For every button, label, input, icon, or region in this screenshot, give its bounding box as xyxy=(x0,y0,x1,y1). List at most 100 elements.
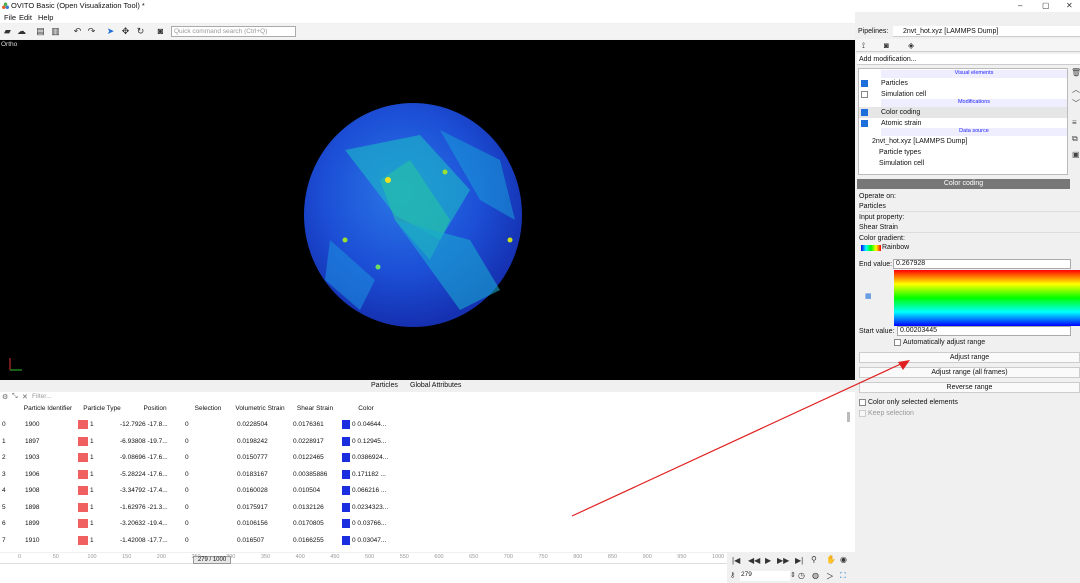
end-value-input[interactable]: 0.267928 xyxy=(893,259,1071,269)
copy-icon[interactable]: ⧉ xyxy=(1072,134,1078,144)
filter-input[interactable]: Filter... xyxy=(32,393,52,400)
pipeline-item[interactable]: Particles xyxy=(859,78,1067,89)
color-swatch xyxy=(342,453,350,462)
pipeline-item[interactable]: Particle types xyxy=(859,147,1067,158)
timeline-tick: 150 xyxy=(122,554,132,560)
table-cell: -6.93808 -19.7... xyxy=(120,437,168,445)
table-cell: 6 xyxy=(2,520,6,527)
legend-icon[interactable]: ▦ xyxy=(865,292,872,300)
pipeline-item-selected[interactable]: Color coding xyxy=(859,107,1067,118)
table-cell: 5 xyxy=(2,503,6,511)
table-cell: 1900 xyxy=(25,421,40,428)
render-tab-icon[interactable]: ◙ xyxy=(884,41,889,50)
undo-icon[interactable]: ↶ xyxy=(72,26,83,37)
pipeline-item[interactable]: Simulation cell xyxy=(859,158,1067,169)
move-mode-icon[interactable]: ✥ xyxy=(120,26,131,37)
pan-icon[interactable]: ✋ xyxy=(826,555,836,564)
redo-icon[interactable]: ↷ xyxy=(86,26,97,37)
table-cell: 0.0198242 xyxy=(237,437,268,445)
clear-filter-icon[interactable]: ✕ xyxy=(22,393,28,401)
toolbar: ▰ ☁ ▤ ▥ ↶ ↷ ➤ ✥ ↻ ◙ xyxy=(0,24,855,39)
menu-icon[interactable]: ≡ xyxy=(1072,118,1077,127)
add-modification-dropdown[interactable]: Add modification... xyxy=(857,54,1080,65)
type-color-swatch xyxy=(78,519,88,528)
menu-edit[interactable]: Edit xyxy=(19,13,32,22)
table-cell: 0.0122465 xyxy=(293,454,324,461)
render-icon[interactable]: ◙ xyxy=(155,26,166,37)
column-header[interactable]: Selection xyxy=(185,405,231,412)
column-header[interactable]: Volumetric Strain xyxy=(234,405,286,412)
table-row[interactable]: 7 1910 -1.42008 -17.7... 0 0.016507 0.0166255… xyxy=(0,532,850,548)
checkbox[interactable] xyxy=(861,109,868,116)
command-search-input[interactable]: Quick command search (Ctrl+Q) xyxy=(171,26,296,37)
timeline[interactable]: 0501001502002503003504004505005506006507… xyxy=(0,553,727,583)
color-swatch xyxy=(342,519,350,528)
particle-render xyxy=(9,103,522,371)
operate-on-select[interactable]: Particles xyxy=(859,202,1080,212)
checkbox[interactable] xyxy=(861,120,868,127)
pipeline-tab-icon[interactable]: ⟟ xyxy=(862,41,865,51)
rotate-mode-icon[interactable]: ↻ xyxy=(135,26,146,37)
next-frame-icon[interactable]: ▶▶ xyxy=(777,556,789,565)
first-frame-icon[interactable]: |◀ xyxy=(732,556,740,565)
spinner-arrows-icon[interactable]: ⇕ xyxy=(790,571,796,579)
time-slider[interactable]: 279 / 1000 xyxy=(193,556,231,564)
pipeline-selector[interactable]: 2nvt_hot.xyz [LAMMPS Dump] xyxy=(893,26,1080,37)
save-as-icon[interactable]: ▥ xyxy=(50,26,61,37)
pipeline-item[interactable]: 2nvt_hot.xyz [LAMMPS Dump] xyxy=(859,136,1067,147)
filter-settings-icon[interactable]: ⚙ xyxy=(2,393,8,401)
close-icon[interactable]: ✕ xyxy=(1066,1,1073,10)
viewport-caption[interactable]: Ortho xyxy=(1,41,17,48)
fov-icon[interactable]: ＞ xyxy=(826,571,834,582)
maximize-viewport-icon[interactable]: ⛶ xyxy=(840,571,846,581)
menu-help[interactable]: Help xyxy=(38,13,53,22)
frame-spinner[interactable]: 279 xyxy=(740,571,790,581)
select-mode-icon[interactable]: ➤ xyxy=(105,26,116,37)
color-bar xyxy=(894,270,1080,326)
timeline-tick: 450 xyxy=(330,554,340,560)
column-header[interactable]: Shear Strain xyxy=(290,405,340,412)
table-cell: -1.42008 -17.7... xyxy=(120,536,168,544)
animation-settings-icon[interactable]: ◷ xyxy=(798,571,805,580)
last-frame-icon[interactable]: ▶| xyxy=(795,556,803,565)
checkbox[interactable] xyxy=(861,91,868,98)
item-label: 2nvt_hot.xyz [LAMMPS Dump] xyxy=(872,138,968,145)
table-cell: 1897 xyxy=(25,437,40,445)
prev-frame-icon[interactable]: ◀◀ xyxy=(748,556,760,565)
type-color-swatch xyxy=(78,436,88,446)
move-down-icon[interactable]: ﹀ xyxy=(1072,98,1080,109)
open-file-icon[interactable]: ▰ xyxy=(2,26,13,37)
column-header[interactable]: Particle Type xyxy=(80,405,124,412)
maximize-icon[interactable]: ▢ xyxy=(1042,1,1050,10)
start-value-input[interactable]: 0.00203445 xyxy=(897,326,1071,336)
expand-icon[interactable]: ⤡ xyxy=(12,393,18,401)
move-up-icon[interactable]: ︿ xyxy=(1072,84,1080,95)
viewport[interactable] xyxy=(0,40,855,380)
input-property-select[interactable]: Shear Strain xyxy=(859,223,1080,233)
table-cell: 0 0.12945... xyxy=(352,437,387,445)
table-row[interactable]: 81913-18.0482 -12.5...00.01687080.015201… xyxy=(0,548,850,552)
checkbox[interactable] xyxy=(861,80,868,87)
item-label: Simulation cell xyxy=(879,160,925,167)
save-session-icon[interactable]: ▤ xyxy=(35,26,46,37)
zoom-icon[interactable]: ⚲ xyxy=(811,555,817,564)
auto-adjust-checkbox[interactable] xyxy=(894,339,901,346)
column-header[interactable]: Color xyxy=(343,405,389,412)
layers-tab-icon[interactable]: ◈ xyxy=(908,41,914,50)
tab-particles[interactable]: Particles xyxy=(371,382,398,389)
load-remote-icon[interactable]: ☁ xyxy=(16,26,27,37)
orbit-icon[interactable]: ◉ xyxy=(840,555,847,564)
clipboard-icon[interactable]: ▣ xyxy=(1072,150,1080,159)
menu-file[interactable]: File xyxy=(4,13,16,22)
delete-icon[interactable]: 🗑 xyxy=(1071,68,1080,77)
color-swatch xyxy=(342,420,350,429)
column-header[interactable]: Position xyxy=(130,405,180,412)
tab-global-attributes[interactable]: Global Attributes xyxy=(410,382,461,389)
column-header[interactable]: Particle Identifier xyxy=(20,405,76,412)
type-color-swatch xyxy=(78,420,88,429)
color-gradient-select[interactable]: Rainbow xyxy=(882,244,909,251)
minimize-icon[interactable]: – xyxy=(1018,1,1022,10)
play-icon[interactable]: ▶ xyxy=(765,556,771,565)
camera-icon[interactable]: ◍ xyxy=(812,571,819,580)
table-cell: 2 xyxy=(2,454,6,461)
